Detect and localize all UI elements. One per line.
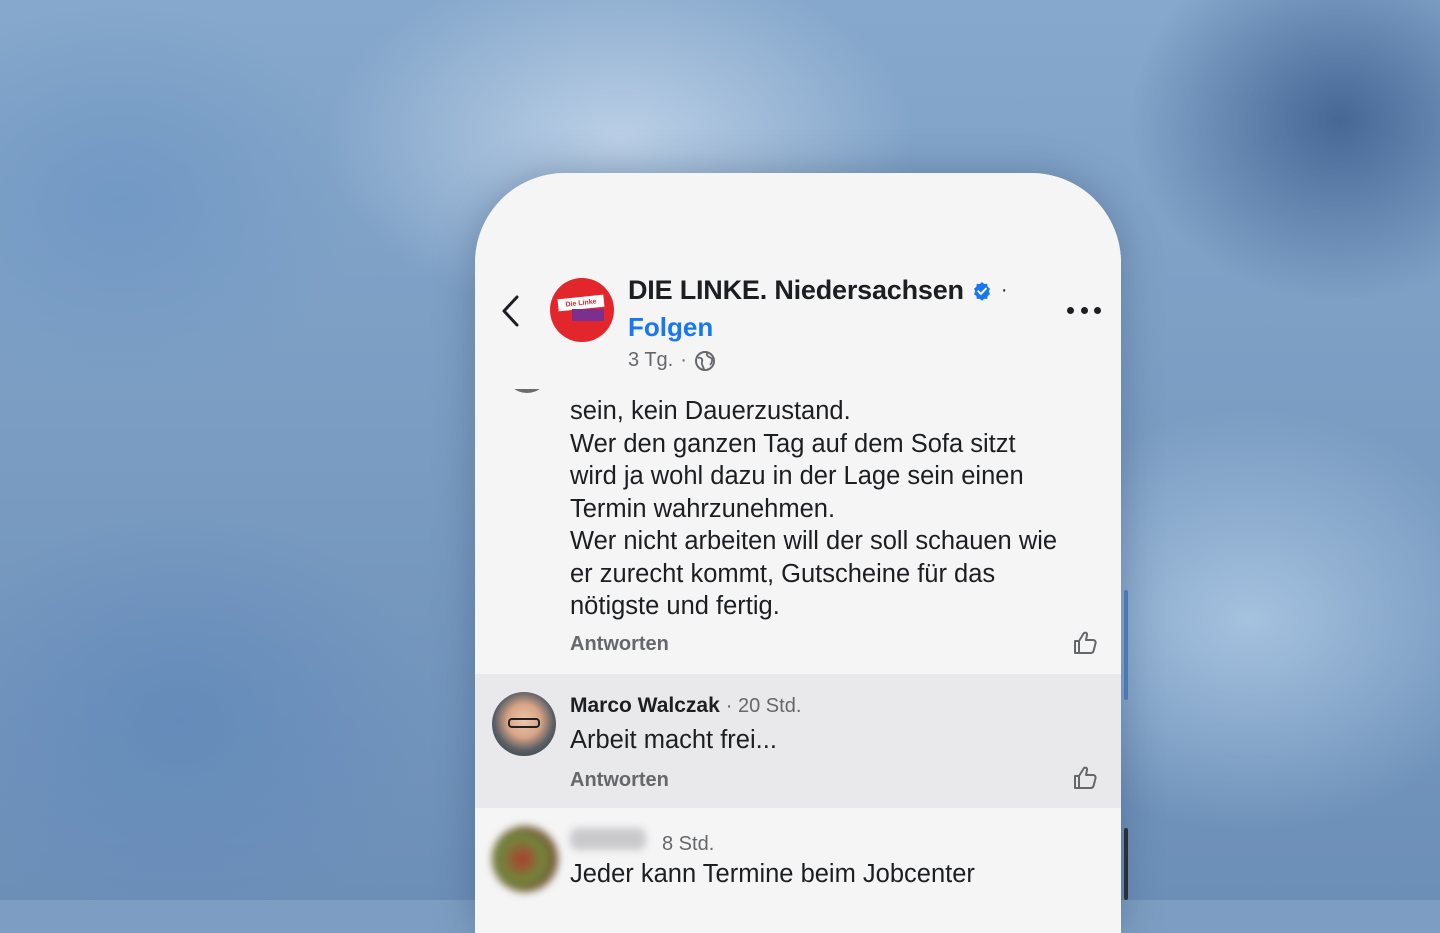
avatar[interactable] [492, 826, 558, 892]
comment-line: wird ja wohl dazu in der Lage sein einen [570, 462, 1024, 490]
comment-header: 8 Std. [570, 828, 714, 856]
comment-list[interactable]: sein, kein Dauerzustand. Wer den ganzen … [475, 389, 1121, 933]
thumbs-up-icon[interactable] [1071, 764, 1099, 792]
comment-line: Termin wahrzunehmen. [570, 494, 836, 523]
avatar-glasses [508, 718, 540, 728]
redacted-author [570, 828, 646, 850]
comment-text: Jeder kann Termine beim Jobcenter [570, 858, 975, 891]
post-header: Die Linke DIE LINKE. Niedersachsen · Fol… [475, 173, 1121, 389]
avatar[interactable] [492, 692, 556, 756]
phone-screen: Die Linke DIE LINKE. Niedersachsen · Fol… [475, 173, 1121, 933]
meta-separator: · [680, 349, 687, 371]
comment-line: sein, kein Dauerzustand. [570, 397, 851, 425]
comment-text: Arbeit macht frei... [570, 724, 777, 757]
reply-button[interactable]: Antworten [570, 769, 669, 792]
comment-line: Wer nicht arbeiten will der soll schauen… [570, 527, 1058, 555]
post-age: 3 Tg. [628, 349, 674, 371]
more-options-button[interactable] [1067, 303, 1101, 317]
more-dot [1067, 306, 1074, 314]
verified-badge-icon [973, 281, 990, 301]
page-avatar[interactable]: Die Linke [550, 278, 614, 342]
name-separator: · [1000, 279, 1008, 301]
comment-item: Marco Walczak · 20 Std. Arbeit macht fre… [475, 674, 1121, 808]
thumbs-up-icon[interactable] [1071, 629, 1099, 657]
more-dot [1080, 306, 1088, 314]
comment-line: Wer den ganzen Tag auf dem Sofa sitzt [570, 429, 1016, 458]
comment-line: Jeder kann Termine beim Jobcenter [570, 860, 975, 888]
page-name[interactable]: DIE LINKE. Niedersachsen [628, 275, 964, 306]
follow-button[interactable]: Folgen [628, 312, 713, 343]
globe-icon [694, 350, 715, 371]
phone-edge [1124, 828, 1128, 900]
scroll-indicator[interactable] [1124, 590, 1128, 700]
page-name-row: DIE LINKE. Niedersachsen · [628, 275, 1007, 306]
comment-text: sein, kein Dauerzustand. Wer den ganzen … [570, 395, 1057, 623]
comment-author[interactable]: Marco Walczak [570, 694, 720, 718]
comment-header: Marco Walczak · 20 Std. [570, 694, 801, 718]
comment-item: sein, kein Dauerzustand. Wer den ganzen … [475, 389, 1121, 674]
comment-time: · 20 Std. [725, 695, 802, 717]
party-logo: Die Linke [557, 294, 606, 323]
avatar[interactable] [505, 389, 549, 393]
reply-button[interactable]: Antworten [570, 633, 669, 656]
comment-time: 8 Std. [662, 833, 715, 855]
chevron-left-icon [502, 295, 519, 327]
comment-line: er zurecht kommt, Gutscheine für das [570, 559, 996, 588]
logo-banner [572, 309, 604, 321]
back-button[interactable] [499, 293, 523, 329]
post-meta: 3 Tg. · [628, 349, 716, 372]
comment-item: 8 Std. Jeder kann Termine beim Jobcenter [475, 808, 1121, 933]
more-dot [1094, 306, 1101, 314]
comment-line: nötigste und fertig. [570, 592, 780, 620]
comment-line: Arbeit macht frei... [570, 726, 777, 754]
